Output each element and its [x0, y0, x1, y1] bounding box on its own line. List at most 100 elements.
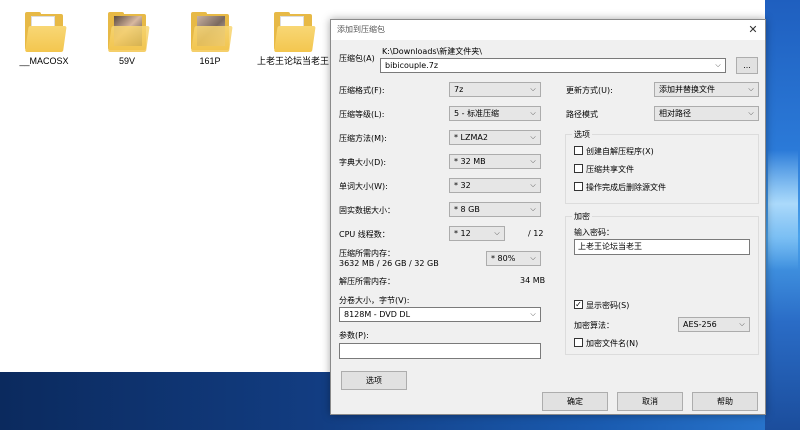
folder-label: 161P — [199, 56, 221, 66]
check-icon: ✓ — [574, 300, 583, 309]
ok-button[interactable]: 确定 — [542, 392, 608, 411]
help-button[interactable]: 帮助 — [692, 392, 758, 411]
update-label: 更新方式(U): — [566, 86, 613, 95]
path-mode-value: 相对路径 — [659, 109, 691, 118]
shared-label: 压缩共享文件 — [586, 165, 634, 174]
method-value: * LZMA2 — [454, 133, 488, 142]
encrypt-names-label: 加密文件名(N) — [586, 339, 639, 348]
format-value: 7z — [454, 85, 464, 94]
delete-source-checkbox[interactable]: 操作完成后删除源文件 — [574, 182, 666, 193]
folder-icon — [270, 12, 316, 52]
chevron-down-icon: ⌵ — [530, 205, 536, 213]
chevron-down-icon: ⌵ — [530, 109, 536, 117]
solid-select[interactable]: * 8 GB ⌵ — [449, 202, 541, 217]
dialog-title: 添加到压缩包 — [337, 25, 385, 34]
chevron-down-icon: ⌵ — [530, 157, 536, 165]
update-select[interactable]: 添加并替换文件 ⌵ — [654, 82, 759, 97]
chevron-down-icon: ⌵ — [739, 320, 745, 328]
chevron-down-icon: ⌵ — [715, 61, 721, 69]
folder-59v[interactable]: 59V — [87, 12, 167, 67]
show-password-label: 显示密码(S) — [586, 301, 630, 310]
cpu-value: * 12 — [454, 229, 471, 238]
method-select[interactable]: * LZMA2 ⌵ — [449, 130, 541, 145]
method-label: 压缩方法(M): — [339, 134, 387, 143]
checkbox-box — [574, 338, 583, 347]
encryption-group-title: 加密 — [572, 211, 592, 222]
level-select[interactable]: 5 - 标准压缩 ⌵ — [449, 106, 541, 121]
checkbox-box — [574, 146, 583, 155]
chevron-down-icon: ⌵ — [494, 229, 500, 237]
title-bar: 添加到压缩包 ✕ — [331, 20, 765, 40]
folder-label: 59V — [118, 56, 135, 66]
checkbox-box — [574, 164, 583, 173]
split-label: 分卷大小，字节(V): — [339, 296, 410, 305]
dict-value: * 32 MB — [454, 157, 486, 166]
dict-select[interactable]: * 32 MB ⌵ — [449, 154, 541, 169]
folder-161p[interactable]: 161P — [170, 12, 250, 67]
word-select[interactable]: * 32 ⌵ — [449, 178, 541, 193]
archive-name-value: bibicouple.7z — [385, 61, 439, 70]
cancel-button[interactable]: 取消 — [617, 392, 683, 411]
mem-decomp-value: 34 MB — [520, 276, 546, 285]
params-label: 参数(P): — [339, 331, 369, 340]
chevron-down-icon: ⌵ — [530, 181, 536, 189]
level-value: 5 - 标准压缩 — [454, 109, 500, 118]
folder-macosx[interactable]: __MACOSX — [4, 12, 84, 67]
chevron-down-icon: ⌵ — [530, 85, 536, 93]
archive-path: K:\Downloads\新建文件夹\ — [382, 47, 482, 56]
delete-source-label: 操作完成后删除源文件 — [586, 183, 666, 192]
options-button[interactable]: 选项 — [341, 371, 407, 390]
folder-icon — [104, 12, 150, 52]
folder-icon — [187, 12, 233, 52]
mem-pct-value: * 80% — [491, 254, 516, 263]
dict-label: 字典大小(D): — [339, 158, 387, 167]
level-label: 压缩等级(L): — [339, 110, 385, 119]
browse-button[interactable]: ... — [736, 57, 758, 74]
add-to-archive-dialog: 添加到压缩包 ✕ 压缩包(A) K:\Downloads\新建文件夹\ bibi… — [330, 19, 766, 415]
options-group-title: 选项 — [572, 129, 592, 140]
folder-icon — [21, 12, 67, 52]
close-icon[interactable]: ✕ — [745, 22, 761, 38]
archive-name-combo[interactable]: bibicouple.7z ⌵ — [380, 58, 726, 73]
wallpaper-glow — [768, 150, 798, 270]
format-select[interactable]: 7z ⌵ — [449, 82, 541, 97]
mem-comp-value: 3632 MB / 26 GB / 32 GB — [339, 259, 439, 268]
chevron-down-icon: ⌵ — [530, 133, 536, 141]
path-mode-label: 路径模式 — [566, 110, 598, 119]
chevron-down-icon: ⌵ — [530, 254, 536, 262]
mem-pct-select[interactable]: * 80% ⌵ — [486, 251, 541, 266]
split-combo[interactable]: 8128M - DVD DL ⌵ — [339, 307, 541, 322]
checkbox-box — [574, 182, 583, 191]
mem-decomp-label: 解压所需内存： — [339, 277, 395, 286]
folder-label: 上老王论坛当老王 — [256, 56, 329, 66]
encrypt-names-checkbox[interactable]: 加密文件名(N) — [574, 338, 638, 349]
word-label: 单词大小(W): — [339, 182, 388, 191]
enc-method-label: 加密算法： — [574, 321, 614, 330]
archive-label: 压缩包(A) — [339, 54, 375, 63]
mem-comp-label: 压缩所需内存： — [339, 249, 395, 258]
enc-method-value: AES-256 — [683, 320, 717, 329]
sfx-label: 创建自解压程序(X) — [586, 147, 654, 156]
chevron-down-icon: ⌵ — [748, 85, 754, 93]
enc-method-select[interactable]: AES-256 ⌵ — [678, 317, 750, 332]
password-label: 输入密码： — [574, 228, 614, 237]
split-value: 8128M - DVD DL — [344, 310, 411, 319]
chevron-down-icon: ⌵ — [530, 310, 536, 318]
word-value: * 32 — [454, 181, 471, 190]
sfx-checkbox[interactable]: 创建自解压程序(X) — [574, 146, 654, 157]
show-password-checkbox[interactable]: ✓ 显示密码(S) — [574, 300, 629, 311]
solid-value: * 8 GB — [454, 205, 480, 214]
chevron-down-icon: ⌵ — [748, 109, 754, 117]
folder-laowang[interactable]: 上老王论坛当老王 — [253, 12, 333, 67]
path-mode-select[interactable]: 相对路径 ⌵ — [654, 106, 759, 121]
params-input[interactable] — [339, 343, 541, 359]
update-value: 添加并替换文件 — [659, 85, 715, 94]
cpu-select[interactable]: * 12 ⌵ — [449, 226, 505, 241]
format-label: 压缩格式(F): — [339, 86, 385, 95]
shared-checkbox[interactable]: 压缩共享文件 — [574, 164, 634, 175]
password-input[interactable]: 上老王论坛当老王 — [574, 239, 750, 255]
cpu-label: CPU 线程数： — [339, 230, 390, 239]
cpu-total: / 12 — [528, 229, 544, 238]
folder-label: __MACOSX — [19, 56, 69, 66]
solid-label: 固实数据大小： — [339, 206, 395, 215]
